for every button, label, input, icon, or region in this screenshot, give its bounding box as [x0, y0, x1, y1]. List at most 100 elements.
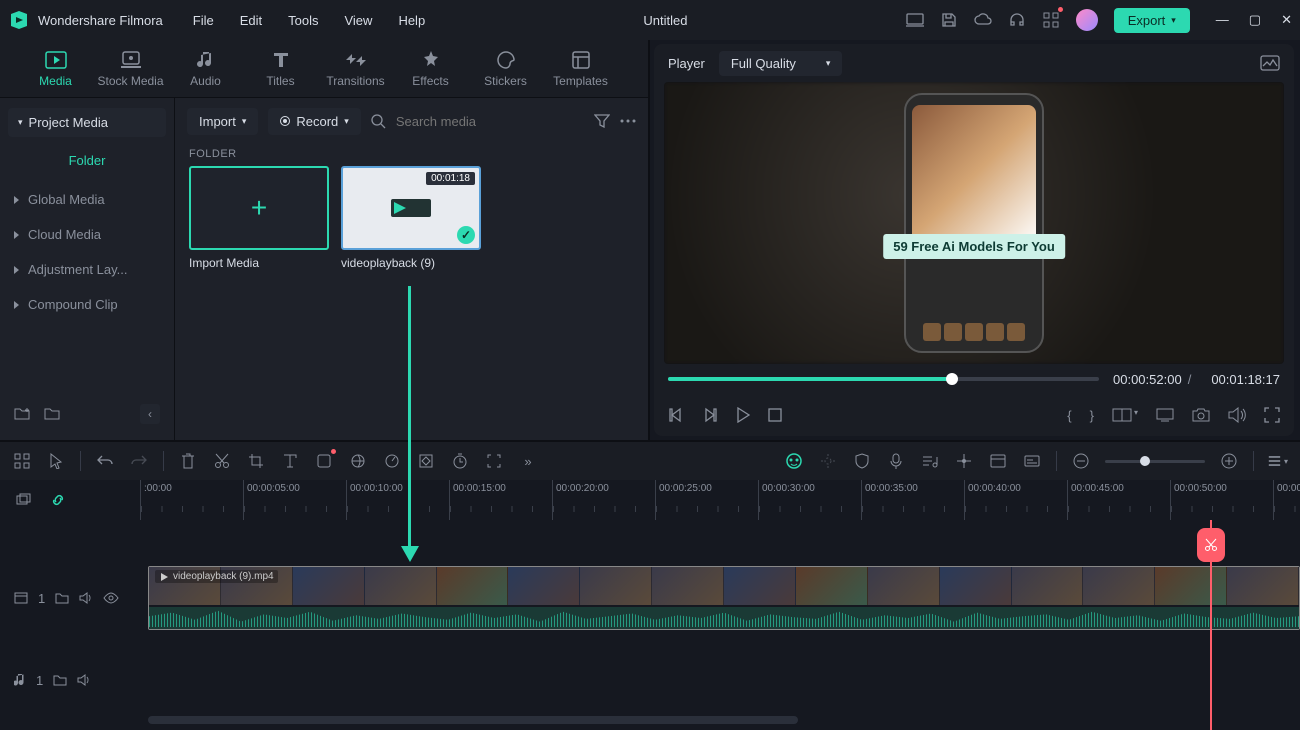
split-handle[interactable]: [1197, 528, 1225, 562]
asset-tabs: Media Stock Media Audio Titles Transitio…: [0, 40, 648, 98]
color-icon[interactable]: [348, 451, 368, 471]
display-button[interactable]: [1156, 408, 1174, 422]
save-icon[interactable]: [940, 11, 958, 29]
menu-tools[interactable]: Tools: [288, 13, 318, 28]
new-folder-icon[interactable]: [14, 406, 30, 422]
play-button[interactable]: [736, 407, 750, 423]
export-button[interactable]: Export▾: [1114, 8, 1190, 33]
scrub-slider[interactable]: [668, 377, 1099, 381]
tab-effects[interactable]: Effects: [393, 50, 468, 88]
folder-icon[interactable]: [55, 592, 69, 604]
collapse-sidebar-button[interactable]: ‹: [140, 404, 160, 424]
aspect-button[interactable]: ▾: [1112, 408, 1138, 422]
camera-icon[interactable]: [1192, 408, 1210, 422]
sidebar-item-adjustment[interactable]: Adjustment Lay...: [8, 252, 166, 287]
mark-out-button[interactable]: }: [1090, 408, 1094, 423]
snapshot-icon[interactable]: [1260, 55, 1280, 71]
keyframe-icon[interactable]: [416, 451, 436, 471]
subtitle-icon[interactable]: [1022, 451, 1042, 471]
zoom-slider[interactable]: [1105, 460, 1205, 463]
headphones-icon[interactable]: [1008, 11, 1026, 29]
sidebar-item-global[interactable]: Global Media: [8, 182, 166, 217]
search-icon: [371, 114, 386, 129]
crop-icon[interactable]: [246, 451, 266, 471]
preview-canvas[interactable]: 59 Free Ai Models For You: [664, 82, 1284, 364]
track-add-icon[interactable]: [14, 490, 34, 510]
menu-file[interactable]: File: [193, 13, 214, 28]
close-button[interactable]: ✕: [1281, 12, 1292, 28]
record-button[interactable]: Record▾: [268, 108, 360, 135]
import-media-card[interactable]: + Import Media: [189, 166, 329, 270]
folder-link[interactable]: Folder: [8, 145, 166, 176]
link-icon[interactable]: [48, 490, 68, 510]
mark-in-button[interactable]: {: [1067, 408, 1071, 423]
pointer-tool-icon[interactable]: [46, 451, 66, 471]
timeline: 1 1 videoplayback (9).mp4: [0, 520, 1300, 730]
timer-icon[interactable]: [450, 451, 470, 471]
stop-button[interactable]: [768, 408, 782, 422]
adjust-icon[interactable]: [314, 451, 334, 471]
cut-icon[interactable]: [212, 451, 232, 471]
next-frame-button[interactable]: [702, 407, 718, 423]
tab-stickers[interactable]: Stickers: [468, 50, 543, 88]
video-clip[interactable]: videoplayback (9).mp4: [148, 566, 1300, 630]
video-track-header[interactable]: 1: [0, 566, 140, 630]
folder-icon[interactable]: [44, 406, 60, 422]
clip-label: videoplayback (9).mp4: [155, 570, 278, 583]
mute-icon[interactable]: [79, 591, 93, 605]
timeline-ruler[interactable]: :00:0000:00:05:0000:00:10:0000:00:15:000…: [0, 480, 1300, 520]
filter-icon[interactable]: [594, 114, 610, 128]
zoom-out-icon[interactable]: [1071, 451, 1091, 471]
media-clip-card[interactable]: 00:01:18 ✓ videoplayback (9): [341, 166, 481, 270]
avatar[interactable]: [1076, 9, 1098, 31]
tab-templates[interactable]: Templates: [543, 50, 618, 88]
horizontal-scrollbar[interactable]: [148, 716, 798, 724]
cloud-icon[interactable]: [974, 11, 992, 29]
select-tool-icon[interactable]: [12, 451, 32, 471]
more-tools-icon[interactable]: »: [518, 451, 538, 471]
project-media-button[interactable]: ▾Project Media: [8, 108, 166, 137]
tab-titles[interactable]: Titles: [243, 50, 318, 88]
apps-icon[interactable]: [1042, 11, 1060, 29]
marker-icon[interactable]: [954, 451, 974, 471]
tab-audio[interactable]: Audio: [168, 50, 243, 88]
text-icon[interactable]: [280, 451, 300, 471]
music-icon[interactable]: [920, 451, 940, 471]
folder-icon[interactable]: [53, 674, 67, 686]
menu-view[interactable]: View: [344, 13, 372, 28]
mute-icon[interactable]: [77, 673, 91, 687]
zoom-in-icon[interactable]: [1219, 451, 1239, 471]
delete-icon[interactable]: [178, 451, 198, 471]
enhance-icon[interactable]: [818, 451, 838, 471]
tab-stock-media[interactable]: Stock Media: [93, 50, 168, 88]
minimize-button[interactable]: —: [1216, 12, 1229, 28]
render-icon[interactable]: [988, 451, 1008, 471]
prev-frame-button[interactable]: [668, 407, 684, 423]
import-button[interactable]: Import▾: [187, 108, 258, 135]
shield-icon[interactable]: [852, 451, 872, 471]
tab-transitions[interactable]: Transitions: [318, 50, 393, 88]
audio-track-header[interactable]: 1: [0, 660, 140, 700]
quality-dropdown[interactable]: Full Quality▾: [719, 51, 843, 76]
more-icon[interactable]: [620, 119, 636, 123]
view-mode-icon[interactable]: ▾: [1268, 451, 1288, 471]
mic-icon[interactable]: [886, 451, 906, 471]
player-tab[interactable]: Player: [668, 56, 705, 71]
tab-media[interactable]: Media: [18, 50, 93, 88]
menu-help[interactable]: Help: [398, 13, 425, 28]
fullscreen-button[interactable]: [1264, 407, 1280, 423]
undo-icon[interactable]: [95, 451, 115, 471]
speed-icon[interactable]: [382, 451, 402, 471]
ai-icon[interactable]: [784, 451, 804, 471]
search-input[interactable]: [394, 113, 534, 130]
playhead[interactable]: [1210, 520, 1212, 730]
redo-icon[interactable]: [129, 451, 149, 471]
sidebar-item-cloud[interactable]: Cloud Media: [8, 217, 166, 252]
device-icon[interactable]: [906, 11, 924, 29]
volume-icon[interactable]: [1228, 407, 1246, 423]
menu-edit[interactable]: Edit: [240, 13, 262, 28]
sidebar-item-compound[interactable]: Compound Clip: [8, 287, 166, 322]
maximize-button[interactable]: ▢: [1249, 12, 1261, 28]
expand-icon[interactable]: [484, 451, 504, 471]
visibility-icon[interactable]: [103, 592, 119, 604]
